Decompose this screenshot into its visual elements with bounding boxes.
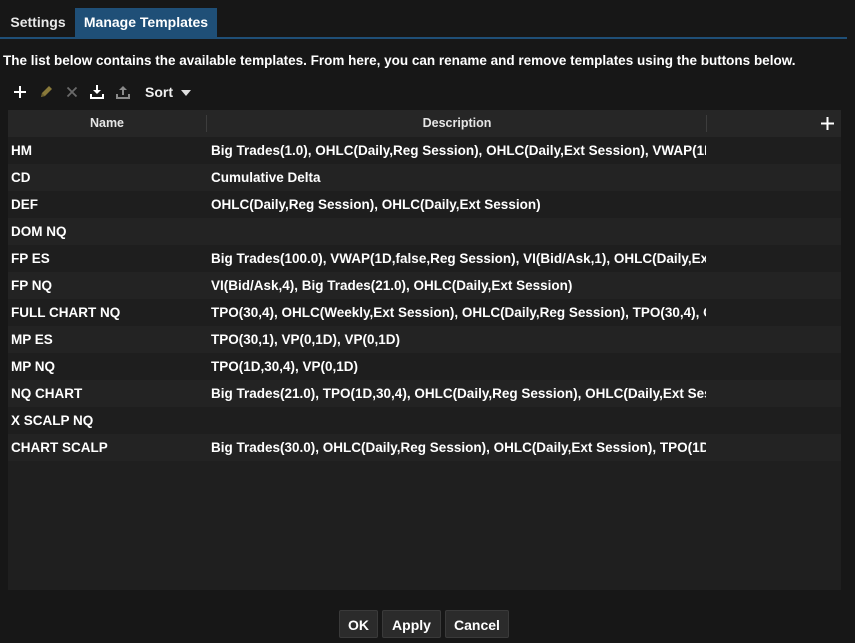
toolbar: Sort bbox=[10, 81, 310, 103]
add-column-icon[interactable] bbox=[820, 116, 835, 131]
table-row[interactable]: MP ES TPO(30,1), VP(0,1D), VP(0,1D) bbox=[8, 326, 841, 353]
sort-label: Sort bbox=[145, 84, 173, 100]
table-row[interactable]: FULL CHART NQ TPO(30,4), OHLC(Weekly,Ext … bbox=[8, 299, 841, 326]
apply-button[interactable]: Apply bbox=[382, 610, 441, 638]
template-name: HM bbox=[11, 143, 32, 158]
column-divider[interactable] bbox=[206, 115, 207, 132]
template-description bbox=[211, 407, 706, 434]
table-row[interactable]: CD Cumulative Delta bbox=[8, 164, 841, 191]
template-description: Big Trades(100.0), VWAP(1D,false,Reg Ses… bbox=[211, 251, 706, 266]
template-name: FULL CHART NQ bbox=[11, 305, 121, 320]
template-name: DEF bbox=[11, 197, 38, 212]
template-name: X SCALP NQ bbox=[11, 413, 94, 428]
pencil-icon[interactable] bbox=[36, 81, 56, 103]
table-row[interactable]: DEF OHLC(Daily,Reg Session), OHLC(Daily,E… bbox=[8, 191, 841, 218]
tab-manage-templates[interactable]: Manage Templates bbox=[75, 8, 217, 37]
template-name: MP ES bbox=[11, 332, 53, 347]
chevron-down-icon bbox=[181, 90, 191, 96]
template-description: Cumulative Delta bbox=[211, 170, 321, 185]
template-name: CHART SCALP bbox=[11, 440, 108, 455]
tab-bar: Settings Manage Templates bbox=[0, 8, 847, 39]
column-divider[interactable] bbox=[706, 115, 707, 132]
column-header-name[interactable]: Name bbox=[8, 110, 206, 137]
template-description: Big Trades(30.0), OHLC(Daily,Reg Session… bbox=[211, 440, 706, 455]
table-row[interactable]: CHART SCALP Big Trades(30.0), OHLC(Daily,… bbox=[8, 434, 841, 461]
template-name: NQ CHART bbox=[11, 386, 83, 401]
tab-settings[interactable]: Settings bbox=[4, 8, 72, 37]
template-name: MP NQ bbox=[11, 359, 56, 374]
table-body: HM Big Trades(1.0), OHLC(Daily,Reg Sessio… bbox=[8, 137, 841, 461]
template-description: TPO(30,1), VP(0,1D), VP(0,1D) bbox=[211, 332, 401, 347]
table-row[interactable]: FP ES Big Trades(100.0), VWAP(1D,false,Re… bbox=[8, 245, 841, 272]
dialog-buttons: OK Apply Cancel bbox=[0, 610, 855, 638]
template-name: FP ES bbox=[11, 251, 50, 266]
cancel-button[interactable]: Cancel bbox=[445, 610, 509, 638]
template-description: Big Trades(1.0), OHLC(Daily,Reg Session)… bbox=[211, 143, 706, 158]
download-icon[interactable] bbox=[87, 81, 107, 103]
table-header: Name Description bbox=[8, 110, 841, 137]
template-name: CD bbox=[11, 170, 31, 185]
templates-table: Name Description HM Big Trades(1.0), OHLC… bbox=[8, 110, 841, 590]
template-description: OHLC(Daily,Reg Session), OHLC(Daily,Ext … bbox=[211, 197, 541, 212]
column-header-description[interactable]: Description bbox=[208, 110, 706, 137]
template-description: Big Trades(21.0), TPO(1D,30,4), OHLC(Dai… bbox=[211, 386, 706, 401]
plus-icon[interactable] bbox=[10, 81, 30, 103]
table-row[interactable]: MP NQ TPO(1D,30,4), VP(0,1D) bbox=[8, 353, 841, 380]
template-description: VI(Bid/Ask,4), Big Trades(21.0), OHLC(Da… bbox=[211, 278, 573, 293]
table-row[interactable]: NQ CHART Big Trades(21.0), TPO(1D,30,4), … bbox=[8, 380, 841, 407]
ok-button[interactable]: OK bbox=[339, 610, 378, 638]
template-description: TPO(1D,30,4), VP(0,1D) bbox=[211, 359, 359, 374]
template-description bbox=[211, 218, 706, 245]
sort-dropdown[interactable]: Sort bbox=[145, 82, 191, 102]
template-name: DOM NQ bbox=[11, 224, 67, 239]
table-row[interactable]: DOM NQ bbox=[8, 218, 841, 245]
intro-text: The list below contains the available te… bbox=[3, 53, 796, 68]
table-row[interactable]: HM Big Trades(1.0), OHLC(Daily,Reg Sessio… bbox=[8, 137, 841, 164]
table-row[interactable]: X SCALP NQ bbox=[8, 407, 841, 434]
template-description: TPO(30,4), OHLC(Weekly,Ext Session), OHL… bbox=[211, 305, 706, 320]
template-name: FP NQ bbox=[11, 278, 53, 293]
table-row[interactable]: FP NQ VI(Bid/Ask,4), Big Trades(21.0), OH… bbox=[8, 272, 841, 299]
upload-icon[interactable] bbox=[113, 81, 133, 103]
x-icon[interactable] bbox=[62, 81, 82, 103]
